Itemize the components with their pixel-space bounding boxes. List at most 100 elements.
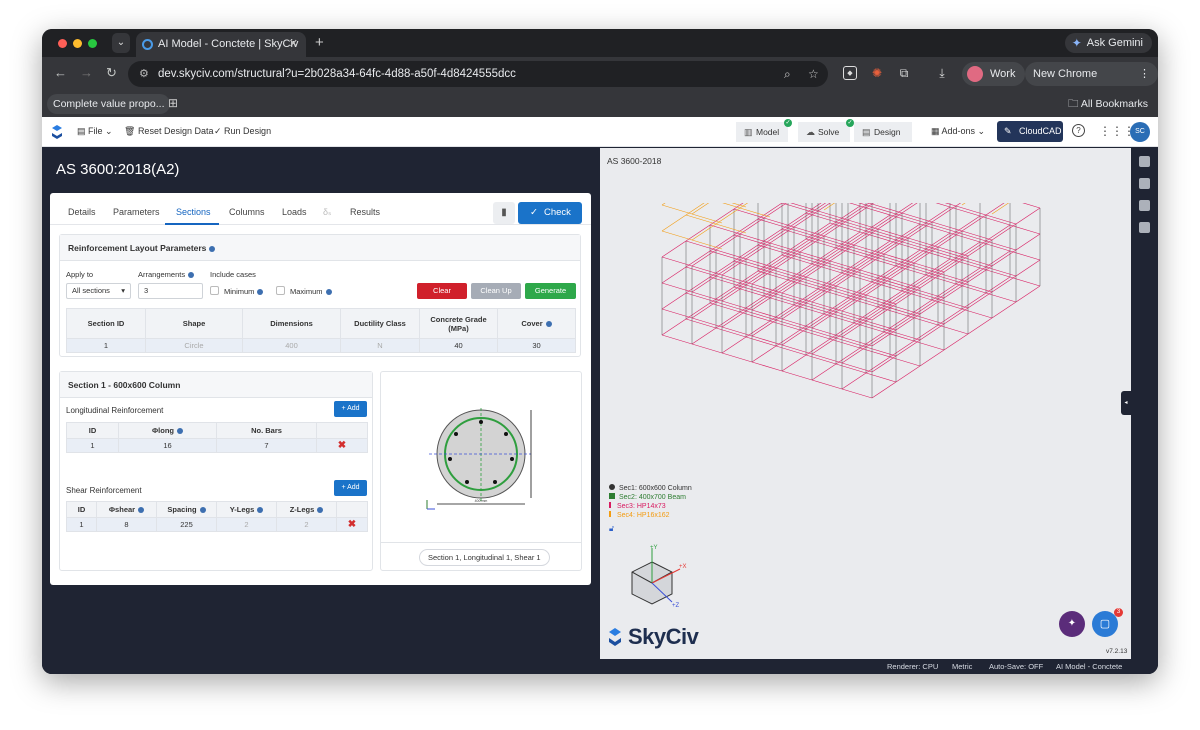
- avatar[interactable]: SC: [1130, 122, 1150, 142]
- svg-text:+Y: +Y: [650, 545, 658, 551]
- bookmark-item[interactable]: Complete value propo...: [47, 94, 171, 114]
- beam-member: [661, 230, 693, 241]
- status-renderer[interactable]: Renderer: CPU: [887, 662, 938, 671]
- run-label: Run Design: [224, 126, 272, 136]
- beam-member: [949, 258, 981, 269]
- beam-member: [739, 269, 765, 287]
- star-icon[interactable]: ☆: [808, 61, 819, 87]
- box-icon[interactable]: [1139, 222, 1150, 233]
- add-shear-button[interactable]: + Add: [334, 480, 367, 496]
- close-window-button[interactable]: [58, 39, 67, 48]
- tab-deflection[interactable]: δₛ: [323, 207, 331, 218]
- eye-icon[interactable]: [1139, 156, 1150, 167]
- solve-button[interactable]: ☁ Solve ✓: [798, 119, 854, 142]
- beam-member: [721, 352, 753, 363]
- collapse-panel-button[interactable]: ◂: [1121, 391, 1131, 415]
- model-viewer[interactable]: AS 3600-2018 Sec1: 600x600 Column Sec2: …: [600, 148, 1131, 659]
- beam-member: [685, 240, 717, 251]
- beam-member: [691, 291, 723, 302]
- address-bar[interactable]: ⚙ dev.skyciv.com/structural?u=2b028a34-6…: [128, 61, 828, 87]
- more-icon[interactable]: ⋮: [1139, 62, 1150, 86]
- wand-icon[interactable]: ✦: [1059, 611, 1085, 637]
- delete-icon[interactable]: ✖: [338, 440, 346, 451]
- cloudcad-button[interactable]: ✎ CloudCAD: [997, 121, 1063, 142]
- reload-icon[interactable]: ↻: [106, 65, 117, 81]
- apply-to-select[interactable]: All sections ▾: [66, 283, 131, 299]
- beam-member: [709, 250, 741, 261]
- table-cell[interactable]: 40: [419, 338, 498, 353]
- beam-member: [955, 205, 987, 216]
- file-menu[interactable]: ▤ File ⌄: [77, 126, 113, 137]
- tab-columns[interactable]: Columns: [229, 207, 265, 217]
- check-button[interactable]: ✓ Check: [518, 202, 582, 224]
- browser-tab[interactable]: AI Model - Conctete | SkyCiv ✕: [136, 32, 306, 57]
- status-autosave[interactable]: Auto-Save: OFF: [989, 662, 1043, 671]
- table-row[interactable]: 1 16 7 ✖: [66, 438, 368, 453]
- rotate-icon[interactable]: [1139, 178, 1150, 189]
- minimum-checkbox[interactable]: [210, 286, 219, 295]
- plus-icon[interactable]: +: [315, 34, 324, 51]
- lock-icon[interactable]: 🔓︎: [609, 524, 692, 533]
- beam-member: [841, 220, 873, 231]
- download-icon[interactable]: ⤓: [935, 66, 949, 80]
- beam-member: [811, 237, 843, 248]
- profile-button[interactable]: Work: [962, 62, 1026, 86]
- beam-member: [865, 346, 897, 357]
- zoom-icon[interactable]: ⌕: [784, 61, 791, 87]
- forward-icon[interactable]: →: [80, 65, 93, 80]
- back-icon[interactable]: ←: [54, 65, 67, 80]
- close-icon[interactable]: ✕: [289, 32, 298, 57]
- beam-member: [709, 224, 741, 235]
- puzzle-extension-icon[interactable]: ⧉: [897, 66, 911, 80]
- arrangements-input[interactable]: 3: [138, 283, 203, 299]
- cover-header-text: Cover: [521, 319, 543, 328]
- table-cell[interactable]: 7: [216, 438, 317, 453]
- tab-loads[interactable]: Loads: [282, 207, 307, 217]
- beam-member: [691, 301, 717, 319]
- table-cell[interactable]: 8: [96, 517, 157, 532]
- tab-sections[interactable]: Sections: [176, 207, 211, 217]
- reinforcement-layout-panel: Reinforcement Layout Parameters Apply to…: [59, 234, 581, 357]
- table-cell[interactable]: 225: [156, 517, 217, 532]
- table-row[interactable]: 1 Circle 400 N 40 30: [66, 338, 576, 353]
- addons-menu[interactable]: ▦ Add-ons ⌄: [931, 126, 985, 137]
- tab-details[interactable]: Details: [68, 207, 96, 217]
- camera-icon[interactable]: [1139, 200, 1150, 211]
- beam-member: [871, 255, 903, 266]
- info-icon: [257, 507, 264, 514]
- ask-gemini-button[interactable]: ✦ Ask Gemini: [1064, 33, 1152, 53]
- design-label: Design: [874, 127, 901, 137]
- maximum-checkbox[interactable]: [276, 286, 285, 295]
- beam-member: [913, 324, 939, 342]
- reset-design-button[interactable]: 🗑 Reset Design Data: [124, 126, 213, 137]
- table-row[interactable]: 1 8 225 2 2 ✖: [66, 517, 368, 532]
- update-chrome-button[interactable]: New Chrome available ⋮: [1025, 62, 1158, 104]
- table-cell[interactable]: 16: [118, 438, 217, 453]
- delete-icon[interactable]: ✖: [348, 519, 356, 530]
- all-bookmarks-button[interactable]: 🗀 All Bookmarks: [1068, 96, 1148, 114]
- extension-icon[interactable]: ✺: [870, 66, 884, 80]
- table-cell[interactable]: 30: [497, 338, 576, 353]
- doc-icon[interactable]: ▮: [493, 202, 515, 224]
- tab-menu-icon[interactable]: ⌄: [112, 33, 130, 53]
- model-button[interactable]: ▥ Model ✓: [736, 119, 792, 142]
- design-button[interactable]: ▤ Design: [854, 122, 912, 142]
- apps-grid-icon[interactable]: ⊞: [168, 96, 178, 110]
- help-icon[interactable]: ?: [1072, 124, 1085, 137]
- clear-button[interactable]: Clear: [417, 283, 467, 299]
- beam-member: [793, 278, 825, 289]
- shield-extension-icon[interactable]: ◆: [843, 66, 857, 80]
- minimize-window-button[interactable]: [73, 39, 82, 48]
- skyciv-logo[interactable]: [50, 124, 64, 140]
- generate-button[interactable]: Generate: [525, 283, 576, 299]
- cleanup-button[interactable]: Clean Up: [471, 283, 521, 299]
- tab-results[interactable]: Results: [350, 207, 380, 217]
- beam-member: [829, 338, 861, 349]
- status-units[interactable]: Metric: [952, 662, 972, 671]
- axes-gizmo[interactable]: +Y +X +Z: [622, 544, 692, 614]
- site-settings-icon[interactable]: ⚙: [139, 61, 149, 87]
- run-design-button[interactable]: ✓ Run Design: [214, 126, 271, 137]
- add-longitudinal-button[interactable]: + Add: [334, 401, 367, 417]
- tab-parameters[interactable]: Parameters: [113, 207, 160, 217]
- maximize-window-button[interactable]: [88, 39, 97, 48]
